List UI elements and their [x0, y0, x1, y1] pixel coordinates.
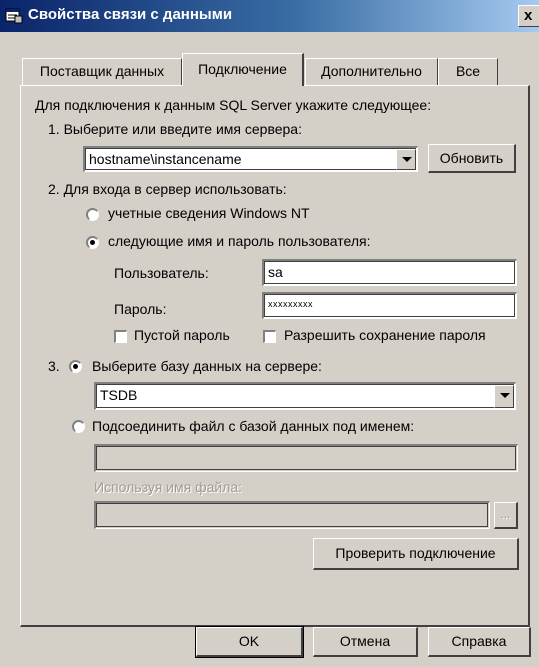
- user-input[interactable]: sa: [262, 259, 517, 286]
- refresh-button[interactable]: Обновить: [428, 144, 516, 173]
- auth-windows-label[interactable]: учетные сведения Windows NT: [108, 205, 310, 221]
- attach-file-radio[interactable]: [72, 420, 85, 433]
- filename-input[interactable]: [94, 501, 490, 529]
- blank-password-label[interactable]: Пустой пароль: [134, 327, 230, 343]
- step2-label: 2. Для входа в сервер использовать:: [48, 181, 287, 197]
- attach-file-input[interactable]: [94, 444, 518, 472]
- chevron-down-icon[interactable]: [494, 385, 514, 408]
- chevron-down-icon[interactable]: [396, 149, 416, 170]
- using-filename-label: Используя имя файла:: [94, 479, 243, 495]
- browse-button[interactable]: ...: [494, 502, 518, 529]
- password-input[interactable]: xxxxxxxxx: [262, 292, 517, 319]
- step1-label: 1. Выберите или введите имя сервера:: [48, 121, 302, 137]
- auth-windows-radio[interactable]: [86, 208, 99, 221]
- connection-content: Для подключения к данным SQL Server укаж…: [0, 0, 539, 667]
- server-value: hostname\instancename: [89, 151, 242, 167]
- save-password-label[interactable]: Разрешить сохранение пароля: [284, 327, 486, 343]
- server-combobox[interactable]: hostname\instancename: [83, 146, 418, 172]
- ok-button[interactable]: OK: [195, 626, 304, 658]
- help-button[interactable]: Справка: [428, 627, 531, 657]
- save-password-checkbox[interactable]: [263, 330, 276, 343]
- data-link-properties-dialog: Свойства связи с данными x Поставщик дан…: [0, 0, 539, 667]
- attach-file-label[interactable]: Подсоединить файл с базой данных под име…: [92, 418, 414, 434]
- database-combobox[interactable]: TSDB: [94, 382, 516, 410]
- auth-sql-label[interactable]: следующие имя и пароль пользователя:: [108, 233, 371, 249]
- intro-text: Для подключения к данным SQL Server укаж…: [35, 97, 432, 113]
- step3-number: 3.: [48, 358, 60, 374]
- cancel-button[interactable]: Отмена: [313, 627, 418, 657]
- user-label: Пользователь:: [114, 265, 209, 281]
- password-label: Пароль:: [114, 301, 167, 317]
- select-db-label[interactable]: Выберите базу данных на сервере:: [92, 358, 322, 374]
- user-value: sa: [268, 264, 283, 280]
- password-value: xxxxxxxxx: [268, 299, 313, 309]
- blank-password-checkbox[interactable]: [114, 330, 127, 343]
- select-db-radio[interactable]: [69, 360, 82, 373]
- auth-sql-radio[interactable]: [86, 236, 99, 249]
- test-connection-button[interactable]: Проверить подключение: [313, 538, 519, 570]
- database-value: TSDB: [100, 387, 138, 403]
